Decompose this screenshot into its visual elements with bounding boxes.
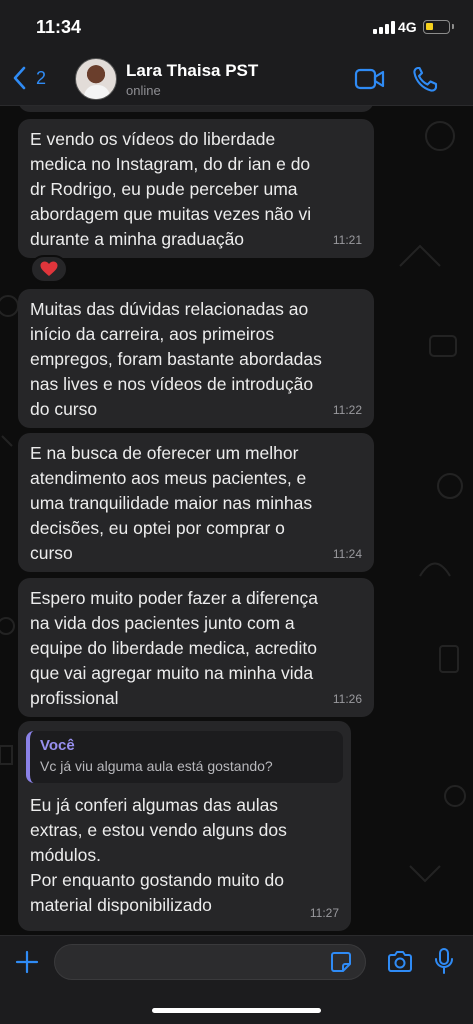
message-time: 11:22 <box>332 403 362 417</box>
message-text: E vendo os vídeos do liberdade medica no… <box>30 129 312 249</box>
video-call-icon[interactable] <box>354 67 386 91</box>
quote-text: Vc já viu alguma aula está gostando? <box>40 758 273 774</box>
status-bar: 11:34 4G <box>0 0 473 52</box>
contact-name[interactable]: Lara Thaisa PST <box>126 61 258 81</box>
back-button[interactable]: 2 <box>12 66 46 90</box>
unread-count: 2 <box>36 67 47 88</box>
message-text: E na busca de oferecer um melhor atendim… <box>30 443 313 563</box>
chat-header: 2 Lara Thaisa PST online <box>0 52 473 106</box>
message-time: 11:27 <box>309 906 339 920</box>
message-input[interactable] <box>54 944 366 980</box>
message-bubble[interactable]: Espero muito poder fazer a diferença na … <box>18 578 374 717</box>
message-time: 11:24 <box>332 547 362 561</box>
message-bubble-with-reply[interactable]: Você Vc já viu alguma aula está gostando… <box>18 721 351 931</box>
phone-icon[interactable] <box>412 65 438 93</box>
chevron-left-icon <box>13 66 26 90</box>
message-bubble[interactable]: Muitas das dúvidas relacionadas ao iníci… <box>18 289 374 428</box>
signal-icon <box>373 21 395 34</box>
quote-author: Você <box>40 737 75 754</box>
microphone-icon[interactable] <box>434 947 454 975</box>
reaction-badge[interactable] <box>30 255 68 283</box>
chat-area[interactable]: E vendo os vídeos do liberdade medica no… <box>0 106 473 935</box>
message-text: Muitas das dúvidas relacionadas ao iníci… <box>30 299 322 419</box>
plus-icon[interactable] <box>15 950 39 974</box>
message-text: Espero muito poder fazer a diferença na … <box>30 588 318 708</box>
contact-status: online <box>126 83 161 98</box>
message-time: 11:21 <box>332 233 362 247</box>
quoted-message[interactable]: Você Vc já viu alguma aula está gostando… <box>26 731 343 783</box>
message-time: 11:26 <box>332 692 362 706</box>
home-indicator <box>152 1008 321 1013</box>
sticker-icon[interactable] <box>330 951 352 973</box>
network-type: 4G <box>398 19 417 35</box>
battery-icon <box>423 20 454 34</box>
previous-message <box>18 106 374 112</box>
heart-icon <box>40 261 58 276</box>
message-bubble[interactable]: E vendo os vídeos do liberdade medica no… <box>18 119 374 258</box>
avatar[interactable] <box>75 58 117 100</box>
status-time: 11:34 <box>36 17 82 37</box>
message-text: Eu já conferi algumas das aulas extras, … <box>30 795 287 915</box>
message-bubble[interactable]: E na busca de oferecer um melhor atendim… <box>18 433 374 572</box>
camera-icon[interactable] <box>386 950 414 974</box>
input-bar <box>0 935 473 1024</box>
